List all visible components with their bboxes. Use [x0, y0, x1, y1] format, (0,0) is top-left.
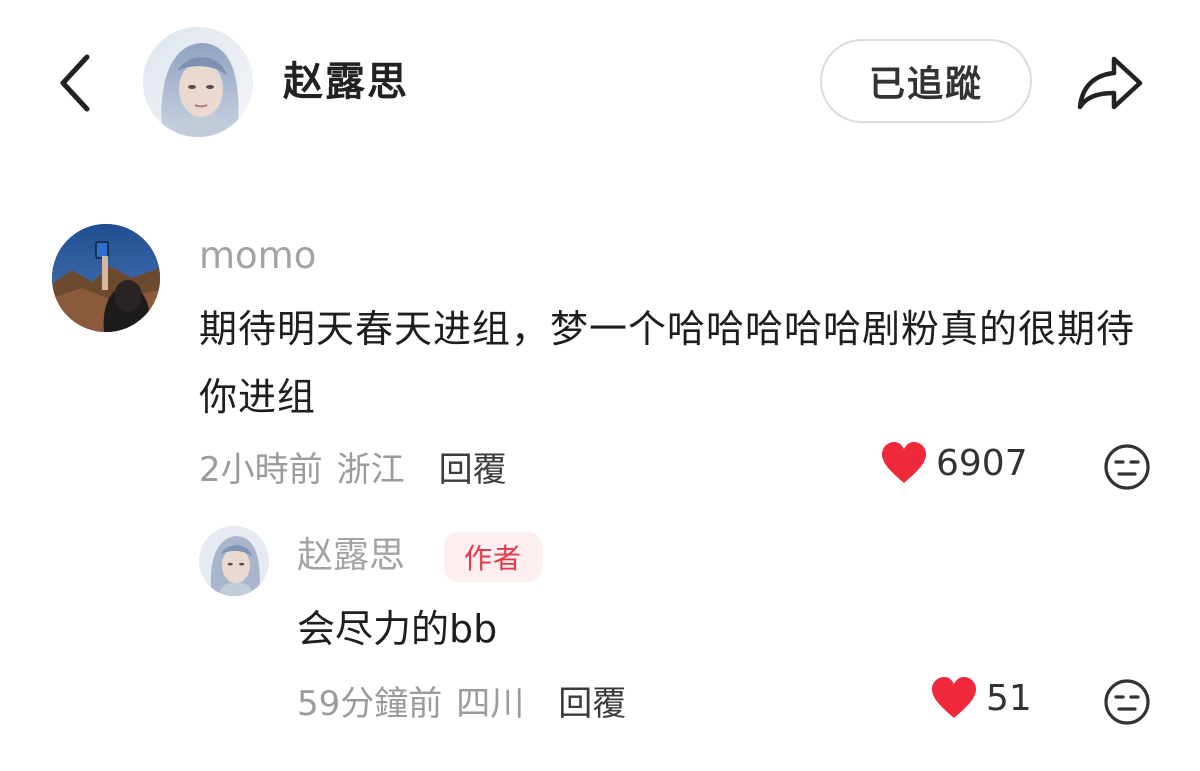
reply-like-count: 51: [986, 677, 1032, 719]
reply-text: 会尽力的bb: [297, 607, 498, 651]
emoji-reaction-icon[interactable]: [1102, 677, 1152, 727]
comment-reply-button[interactable]: 回覆: [439, 442, 507, 491]
reply-meta: 59分鐘前 四川 回覆: [297, 674, 626, 726]
page-title: 赵露思: [283, 59, 409, 105]
emoji-reaction-icon[interactable]: [1102, 442, 1152, 492]
share-arrow-icon: [1077, 56, 1143, 110]
reply-like-button[interactable]: 51: [930, 676, 1032, 720]
profile-avatar[interactable]: [143, 27, 253, 137]
commenter-username[interactable]: momo: [199, 232, 316, 280]
comment-text: 期待明天春天进组，梦一个哈哈哈哈哈剧粉真的很期待你进组: [199, 307, 1136, 419]
chevron-left-icon: [60, 54, 90, 112]
commenter-avatar[interactable]: [52, 224, 160, 332]
comment-meta: 2小時前 浙江 回覆: [199, 440, 507, 492]
follow-button[interactable]: 已追蹤: [820, 39, 1032, 123]
comment-time: 2小時前: [199, 449, 323, 490]
reply-location: 四川: [456, 683, 525, 724]
reply-author-avatar[interactable]: [199, 526, 269, 596]
reply-time: 59分鐘前: [297, 683, 443, 724]
comment-like-count: 6907: [936, 442, 1028, 484]
share-button[interactable]: [1070, 48, 1150, 118]
reply-author-username[interactable]: 赵露思: [297, 532, 405, 580]
reply-reply-button[interactable]: 回覆: [558, 676, 626, 725]
heart-icon: [882, 442, 926, 483]
comment-location: 浙江: [336, 449, 405, 490]
back-button[interactable]: [50, 48, 100, 118]
heart-icon: [932, 677, 976, 718]
comment-like-button[interactable]: 6907: [880, 441, 1028, 485]
author-badge: 作者: [444, 532, 542, 582]
